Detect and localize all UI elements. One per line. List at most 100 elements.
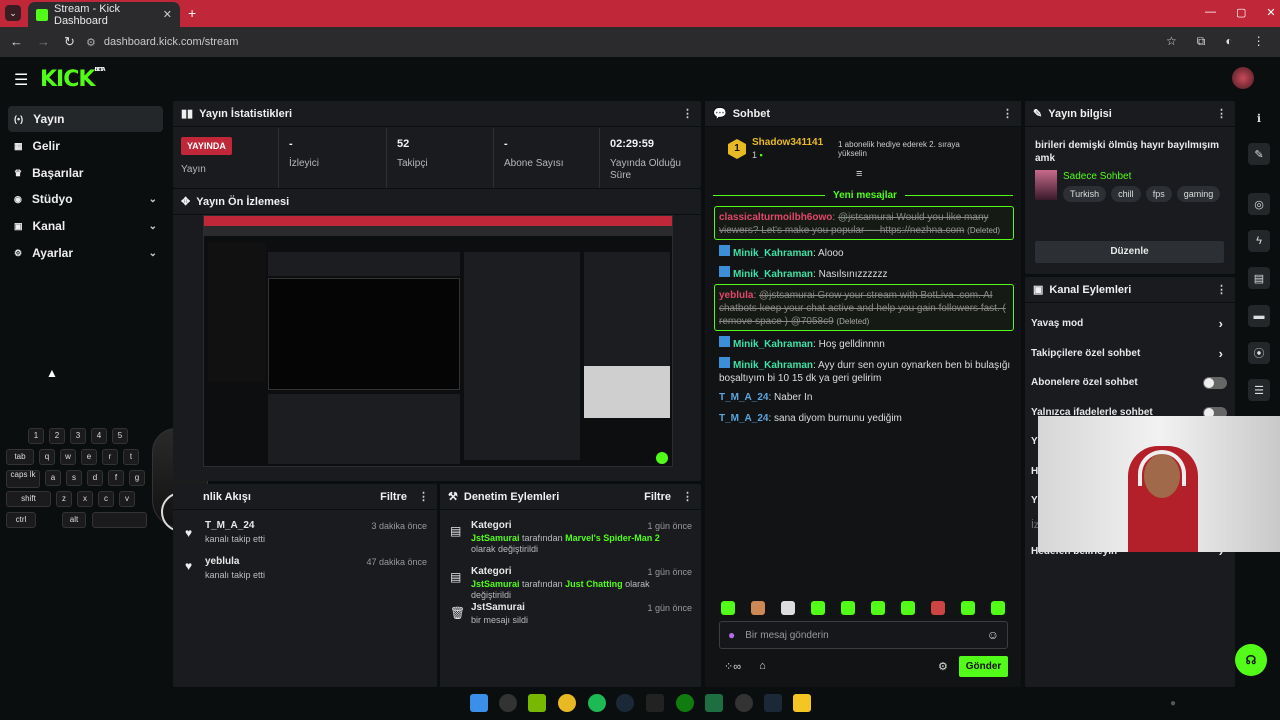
xbox-icon[interactable]	[676, 694, 694, 712]
emote-icon[interactable]	[931, 601, 945, 615]
emote-icon[interactable]	[961, 601, 975, 615]
chat-settings-icon[interactable]: ⚙	[938, 660, 948, 673]
new-tab-button[interactable]: +	[188, 5, 196, 21]
send-button[interactable]: Gönder	[959, 656, 1008, 677]
site-info-icon[interactable]: ⚙	[86, 36, 96, 49]
action-followers-only[interactable]: Takipçilere özel sohbet ›	[1031, 346, 1227, 361]
emote-icon[interactable]	[991, 601, 1005, 615]
emote-icon[interactable]	[901, 601, 915, 615]
kebab-menu-icon[interactable]: ⋮	[1216, 283, 1227, 296]
sidebar-item-kanal[interactable]: ▣ Kanal ⌄	[8, 213, 163, 239]
steam-app-icon[interactable]	[764, 694, 782, 712]
info-icon[interactable]: ℹ	[1248, 107, 1270, 129]
support-button[interactable]: ☊	[1235, 644, 1267, 676]
emote-icon[interactable]	[721, 601, 735, 615]
key: d	[87, 470, 103, 486]
obs-icon[interactable]	[735, 694, 753, 712]
sidebar-item-ayarlar[interactable]: ⚙ Ayarlar ⌄	[8, 240, 163, 266]
chat-username[interactable]: T_M_A_24	[719, 392, 768, 403]
emote-icon[interactable]	[841, 601, 855, 615]
taskbar-mic-icon[interactable]: ●	[1170, 698, 1176, 709]
action-slow-mode[interactable]: Yavaş mod ›	[1031, 316, 1227, 331]
file-explorer-icon[interactable]	[793, 694, 811, 712]
excel-icon[interactable]	[705, 694, 723, 712]
edit-icon[interactable]: ✎	[1248, 143, 1270, 165]
epic-games-icon[interactable]	[646, 694, 664, 712]
forward-arrow-icon[interactable]: →	[37, 34, 50, 50]
sliders-icon[interactable]: ☰	[1248, 379, 1270, 401]
microphone-icon[interactable]: ●	[728, 628, 735, 642]
chat-username[interactable]: Minik_Kahraman	[733, 269, 813, 280]
kick-logo[interactable]: KICKBETA	[40, 67, 106, 92]
user-avatar[interactable]	[1232, 67, 1254, 89]
chat-username[interactable]: Minik_Kahraman	[733, 248, 813, 259]
chat-username[interactable]: T_M_A_24	[719, 413, 768, 424]
tag[interactable]: Turkish	[1063, 186, 1107, 202]
emote-icon[interactable]	[811, 601, 825, 615]
chat-message: T_M_A_24: sana diyom burnunu yediğim	[719, 413, 902, 424]
window-controls[interactable]: — ▢ ✕	[1205, 6, 1276, 19]
collapse-pinned-icon[interactable]: ≡	[856, 168, 862, 180]
broadcast-icon[interactable]: ⦿	[1248, 342, 1270, 364]
sidebar-item-basarilar[interactable]: ♛ Başarılar	[8, 160, 163, 186]
minimize-icon[interactable]: —	[1205, 6, 1216, 19]
document-icon[interactable]: ▤	[1248, 267, 1270, 289]
hamburger-menu-icon[interactable]: ☰	[14, 70, 28, 90]
toggle-switch[interactable]	[1203, 377, 1227, 389]
kebab-menu-icon[interactable]: ⋮	[1002, 107, 1013, 120]
tag[interactable]: fps	[1145, 186, 1172, 202]
edit-button[interactable]: Düzenle	[1035, 241, 1224, 263]
spotify-icon[interactable]	[588, 694, 606, 712]
mod-actor[interactable]: JstSamurai	[471, 579, 520, 589]
sidebar-item-studyo[interactable]: ◉ Stüdyo ⌄	[8, 186, 163, 212]
kebab-menu-icon[interactable]: ⋮	[682, 107, 693, 120]
close-window-icon[interactable]: ✕	[1266, 6, 1275, 19]
steam-icon[interactable]	[616, 694, 634, 712]
action-subs-only[interactable]: Abonelere özel sohbet	[1031, 377, 1227, 389]
kebab-menu-icon[interactable]: ⋮	[682, 490, 693, 503]
stream-preview-video[interactable]	[203, 215, 673, 467]
reload-icon[interactable]: ↻	[64, 34, 75, 50]
users-icon[interactable]: ⁘∞	[724, 660, 741, 673]
sidebar-item-yayin[interactable]: (•) Yayın	[8, 106, 163, 132]
activity-filter-button[interactable]: Filtre	[380, 491, 407, 503]
extensions-icon[interactable]: ⧉	[1197, 34, 1206, 49]
chat-input[interactable]: ● Bir mesaj gönderin ☺	[719, 621, 1008, 649]
category-name[interactable]: Sadece Sohbet	[1063, 171, 1131, 182]
chat-username[interactable]: yeblula	[719, 290, 753, 301]
url-bar[interactable]: ⚙ dashboard.kick.com/stream	[80, 30, 1200, 54]
browser-menu-icon[interactable]: ⋮	[1253, 34, 1265, 49]
chat-icon[interactable]: ▬	[1248, 305, 1270, 327]
tag[interactable]: chill	[1111, 186, 1141, 202]
focus-icon[interactable]: ◎	[1248, 193, 1270, 215]
chat-username[interactable]: Minik_Kahraman	[733, 339, 813, 350]
lightning-icon[interactable]: ϟ	[1248, 230, 1270, 252]
emote-icon[interactable]	[751, 601, 765, 615]
emoji-icon[interactable]: ☺	[987, 628, 999, 642]
search-icon[interactable]	[499, 694, 517, 712]
restore-icon[interactable]: ▢	[1236, 6, 1246, 19]
pinned-user[interactable]: Shadow341141	[752, 137, 823, 148]
chat-username[interactable]: classicalturmoilbh6owo	[719, 212, 832, 223]
browser-tab[interactable]: Stream - Kick Dashboard ✕	[28, 2, 180, 27]
action-partial[interactable]: Y	[1031, 495, 1038, 506]
tag[interactable]: gaming	[1176, 186, 1221, 202]
nvidia-icon[interactable]	[528, 694, 546, 712]
emote-icon[interactable]	[871, 601, 885, 615]
chrome-icon[interactable]	[558, 694, 576, 712]
action-partial[interactable]: Y	[1031, 436, 1038, 447]
sidebar-item-gelir[interactable]: ▦ Gelir	[8, 133, 163, 159]
store-icon[interactable]: ⌂	[759, 660, 766, 673]
emote-icon[interactable]	[781, 601, 795, 615]
close-tab-icon[interactable]: ✕	[163, 8, 172, 21]
profile-icon[interactable]: ◐	[1225, 34, 1232, 49]
windows-start-icon[interactable]	[470, 694, 488, 712]
bookmark-star-icon[interactable]: ☆	[1166, 34, 1177, 49]
back-arrow-icon[interactable]: ←	[10, 34, 23, 50]
mod-actor[interactable]: JstSamurai	[471, 533, 520, 543]
tab-search-button[interactable]: ⌄	[5, 5, 21, 21]
moderation-filter-button[interactable]: Filtre	[644, 491, 671, 503]
kebab-menu-icon[interactable]: ⋮	[418, 490, 429, 503]
chat-username[interactable]: Minik_Kahraman	[733, 360, 813, 371]
kebab-menu-icon[interactable]: ⋮	[1216, 107, 1227, 120]
